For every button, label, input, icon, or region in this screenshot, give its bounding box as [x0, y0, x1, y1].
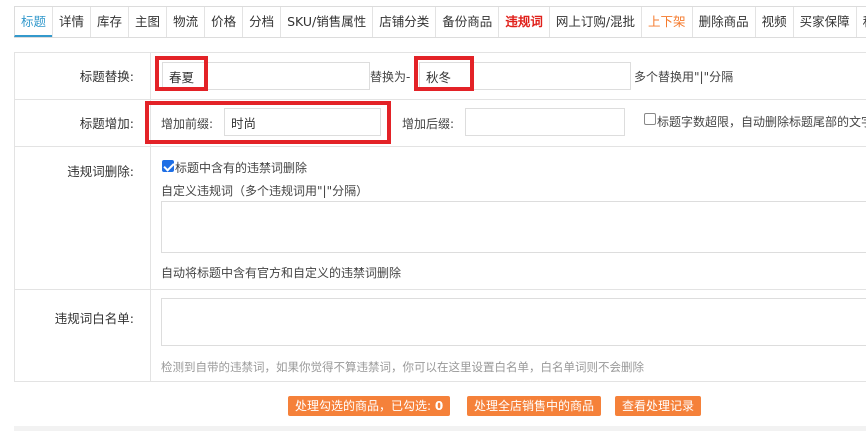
overflow-label: 标题字数超限，自动删除标题尾部的文字 — [657, 115, 866, 129]
replace-to-label: 替换为- — [370, 70, 411, 84]
whitelist-note: 检测到自带的违禁词，如果你觉得不算违禁词，你可以在这里设置白名单，白名单词则不会… — [161, 360, 644, 374]
selected-count: 0 — [434, 399, 444, 413]
tab-15[interactable]: 买家保障 — [792, 7, 856, 37]
whitelist-textarea[interactable] — [161, 298, 866, 346]
process-selected-label: 处理勾选的商品，已勾选: — [295, 399, 432, 413]
tab-bar: 标题 详情 库存 主图 物流 价格 分档 SKU/销售属性 店铺分类 备份商品 违规词 网上订购/混批… — [14, 6, 866, 38]
replace-from-input[interactable] — [162, 62, 370, 90]
replace-hint: 多个替换用"|"分隔 — [634, 70, 734, 84]
tab-1[interactable]: 详情 — [52, 7, 90, 37]
tab-16[interactable]: 私 — [855, 7, 866, 37]
suffix-input[interactable] — [465, 108, 625, 136]
process-all-button[interactable]: 处理全店销售中的商品 — [467, 396, 602, 416]
tab-3[interactable]: 主图 — [128, 7, 166, 37]
suffix-label: 增加后缀: — [402, 117, 455, 131]
title-replace-label: 标题替换: — [15, 53, 151, 99]
tab-8[interactable]: 店铺分类 — [372, 7, 435, 37]
tab-6[interactable]: 分档 — [242, 7, 280, 37]
replace-to-input[interactable] — [419, 62, 631, 90]
tab-11[interactable]: 网上订购/混批 — [548, 7, 641, 37]
tab-12[interactable]: 上下架 — [641, 7, 692, 37]
whitelist-label: 违规词白名单: — [15, 290, 151, 381]
prefix-input[interactable] — [224, 108, 381, 136]
violation-delete-row: 违规词删除: 标题中含有的违禁词删除 自定义违规词（多个违规词用"|"分隔） 自… — [15, 147, 866, 290]
tab-4[interactable]: 物流 — [166, 7, 204, 37]
overflow-checkbox[interactable] — [644, 113, 656, 125]
tab-0[interactable]: 标题 — [14, 7, 53, 37]
view-records-button[interactable]: 查看处理记录 — [615, 396, 702, 416]
violation-delete-note: 自动将标题中含有官方和自定义的违禁词删除 — [161, 266, 402, 280]
bottom-strip — [14, 426, 866, 431]
violation-delete-label: 违规词删除: — [15, 147, 151, 289]
whitelist-row: 违规词白名单: 检测到自带的违禁词，如果你觉得不算违禁词，你可以在这里设置白名单… — [15, 290, 866, 382]
violation-delete-checkbox-label: 标题中含有的违禁词删除 — [175, 161, 308, 175]
tab-2[interactable]: 库存 — [90, 7, 128, 37]
tab-7[interactable]: SKU/销售属性 — [280, 7, 372, 37]
title-replace-row: 标题替换: 替换为- 多个替换用"|"分隔 — [15, 53, 866, 100]
custom-words-textarea[interactable] — [161, 201, 866, 253]
process-selected-button[interactable]: 处理勾选的商品，已勾选: 0 — [288, 396, 451, 416]
custom-words-label: 自定义违规词（多个违规词用"|"分隔） — [161, 184, 369, 198]
violation-delete-checkbox[interactable] — [162, 160, 174, 172]
prefix-label: 增加前缀: — [161, 117, 214, 131]
tab-14[interactable]: 视频 — [754, 7, 793, 37]
title-edit-form: 标题替换: 替换为- 多个替换用"|"分隔 标题增加: 增加前缀: 增加后缀: … — [14, 52, 866, 382]
title-add-label: 标题增加: — [15, 100, 151, 146]
tab-10[interactable]: 违规词 — [498, 7, 549, 37]
tab-5[interactable]: 价格 — [204, 7, 242, 37]
tab-9[interactable]: 备份商品 — [435, 7, 498, 37]
tab-13[interactable]: 删除商品 — [691, 7, 755, 37]
title-add-row: 标题增加: 增加前缀: 增加后缀: 标题字数超限，自动删除标题尾部的文字 — [15, 100, 866, 147]
